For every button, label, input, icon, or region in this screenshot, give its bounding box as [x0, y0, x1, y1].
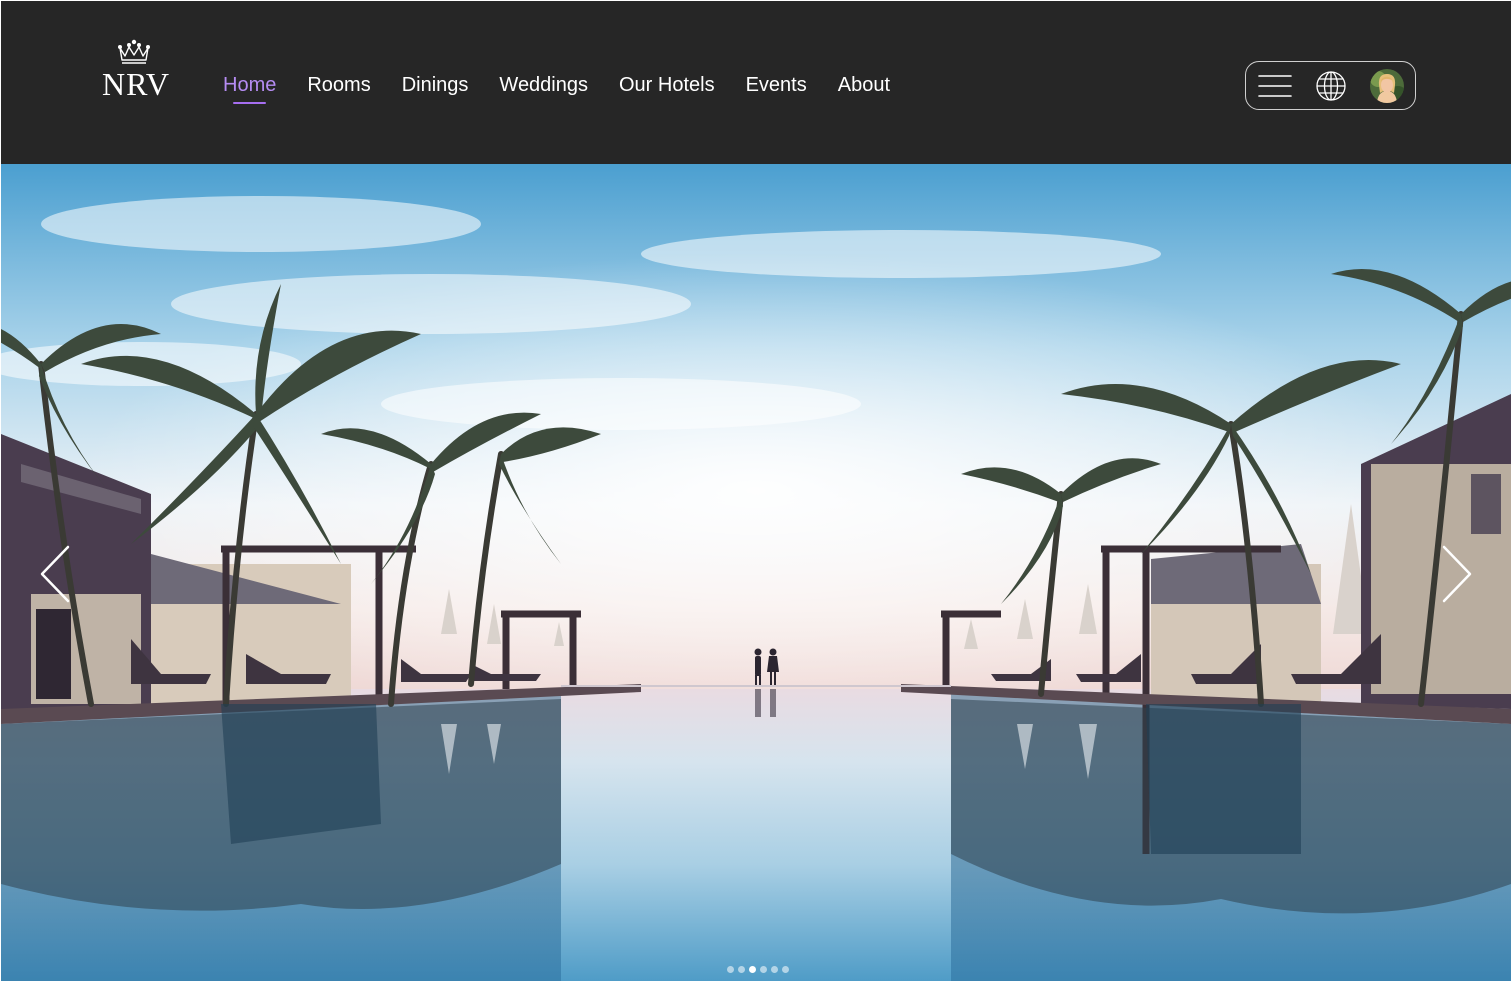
- carousel-dot[interactable]: [760, 966, 767, 973]
- globe-icon[interactable]: [1315, 70, 1347, 102]
- carousel-pagination: [727, 966, 789, 973]
- user-avatar[interactable]: [1370, 69, 1404, 103]
- hero-carousel: [1, 164, 1511, 981]
- nav-item-home[interactable]: Home: [223, 71, 276, 111]
- user-menu-pill[interactable]: [1245, 61, 1416, 110]
- carousel-dot[interactable]: [727, 966, 734, 973]
- brand-logo[interactable]: NRV: [97, 39, 175, 103]
- nav-item-events[interactable]: Events: [746, 71, 807, 111]
- hero-image: [1, 164, 1511, 981]
- site-header: NRV Home Rooms Dinings Weddings Our Hotels Ev…: [1, 1, 1511, 164]
- hamburger-menu-icon[interactable]: [1258, 74, 1292, 98]
- brand-name: NRV: [102, 66, 170, 102]
- page-frame: NRV Home Rooms Dinings Weddings Our Hotels Ev…: [1, 1, 1511, 981]
- carousel-dot[interactable]: [771, 966, 778, 973]
- carousel-dot[interactable]: [782, 966, 789, 973]
- nav-item-weddings[interactable]: Weddings: [499, 71, 588, 111]
- carousel-dot[interactable]: [738, 966, 745, 973]
- nav-item-rooms[interactable]: Rooms: [307, 71, 370, 111]
- nav-item-about[interactable]: About: [838, 71, 890, 111]
- main-nav: Home Rooms Dinings Weddings Our Hotels Events…: [223, 71, 890, 111]
- chevron-right-icon[interactable]: [1438, 544, 1474, 604]
- crown-icon: [118, 39, 150, 64]
- nav-item-dinings[interactable]: Dinings: [402, 71, 469, 111]
- nav-item-our-hotels[interactable]: Our Hotels: [619, 71, 715, 111]
- carousel-dot[interactable]: [749, 966, 756, 973]
- chevron-left-icon[interactable]: [38, 544, 74, 604]
